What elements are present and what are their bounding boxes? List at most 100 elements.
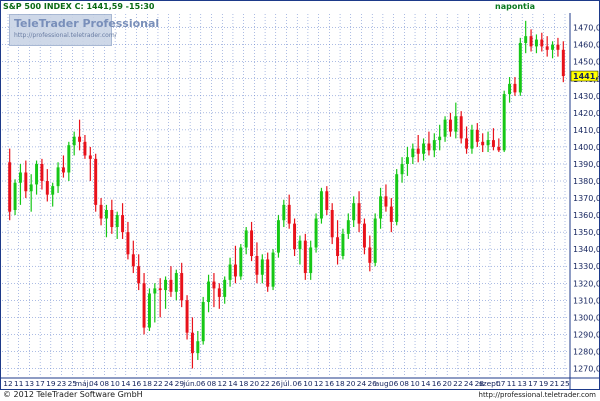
candle-body: [341, 233, 345, 256]
candle-body: [94, 158, 98, 205]
candle-body: [282, 204, 286, 221]
x-tick-label: júl.: [280, 379, 292, 388]
candle-body: [40, 163, 44, 182]
candle-body: [185, 300, 189, 333]
candle-body: [104, 209, 108, 219]
candle-body: [443, 119, 447, 137]
candle-body: [45, 181, 49, 195]
x-tick-label: 04: [89, 379, 99, 388]
x-tick-label: 18: [239, 379, 249, 388]
footer-link[interactable]: http://professional.teletrader.com: [479, 390, 596, 400]
candle-body: [298, 240, 302, 250]
x-axis: 12 11 13 17 19 23 25máj.04 08 10 14 16 18 22 24 29 jún.…: [1, 377, 599, 388]
y-tick-label: 1460,00: [573, 41, 600, 50]
candle-body: [56, 167, 60, 187]
candle-body: [250, 230, 254, 256]
x-tick-label: 08: [400, 379, 410, 388]
candle-body: [400, 163, 404, 175]
candle-body: [276, 220, 280, 253]
candle-body: [266, 259, 270, 287]
candle-body: [427, 143, 431, 151]
candle-body: [475, 129, 479, 142]
candle-body: [51, 186, 55, 195]
candle-body: [529, 36, 533, 47]
y-tick-label: 1390,00: [573, 160, 600, 169]
x-tick-label: 12: [218, 379, 227, 388]
candle-body: [121, 215, 125, 233]
candle-body: [497, 146, 501, 151]
candle-body: [196, 341, 200, 354]
x-tick-label: 22: [153, 379, 162, 388]
candle-body: [411, 148, 415, 158]
candle-body: [384, 196, 388, 207]
candle-body: [244, 230, 248, 248]
candle-body: [395, 174, 399, 222]
x-tick-label: 11: [14, 379, 24, 388]
candle-body: [239, 247, 243, 277]
y-tick-label: 1470,00: [573, 24, 600, 33]
candle-body: [61, 167, 65, 173]
x-tick-label: 23: [57, 379, 67, 388]
candle-body: [35, 163, 39, 185]
x-tick-label: 22: [260, 379, 269, 388]
y-tick-label: 1300,00: [573, 313, 600, 322]
candle-body: [346, 220, 350, 234]
candle-body: [212, 281, 216, 289]
candle-body: [147, 293, 151, 328]
candle-body: [352, 203, 356, 221]
x-tick-label: 24: [357, 379, 367, 388]
candle-body: [72, 136, 76, 146]
y-tick-label: 1320,00: [573, 279, 600, 288]
candle-body: [233, 264, 237, 277]
x-tick-label: 12: [3, 379, 12, 388]
candle-body: [551, 44, 555, 50]
x-tick-label: 10: [410, 379, 420, 388]
candle-body: [422, 143, 426, 154]
y-tick-label: 1360,00: [573, 211, 600, 220]
x-tick-label: 13: [517, 379, 527, 388]
teletrader-watermark: TeleTrader Professional http://professio…: [9, 14, 159, 46]
candle-body: [164, 279, 168, 291]
candle-body: [142, 283, 146, 328]
x-tick-label: 18: [143, 379, 153, 388]
candle-body: [158, 288, 162, 291]
candle-body: [438, 136, 442, 141]
x-tick-label: 07: [496, 379, 506, 388]
candle-body: [180, 273, 184, 301]
x-tick-label: 14: [421, 379, 431, 388]
y-tick-label: 1340,00: [573, 245, 600, 254]
x-tick-label: 24: [464, 379, 474, 388]
y-tick-label: 1430,00: [573, 92, 600, 101]
candle-body: [481, 141, 485, 146]
candle-body: [545, 46, 549, 50]
x-tick-label: 18: [335, 379, 345, 388]
watermark-url: http://professional.teletrader.com/: [14, 32, 117, 39]
x-tick-label: 24: [164, 379, 174, 388]
x-tick-label: 10: [303, 379, 313, 388]
last-price-label: 1441,59: [573, 72, 600, 81]
candle-body: [330, 209, 334, 238]
candle-body: [83, 141, 87, 156]
candle-body: [217, 288, 221, 297]
candle-body: [18, 172, 22, 183]
price-chart: 1270,00 1280,00 1290,00 1300,00 1310,00 1320,…: [1, 1, 600, 389]
candle-body: [29, 184, 33, 192]
y-tick-label: 1330,00: [573, 262, 600, 271]
x-tick-label: 11: [507, 379, 517, 388]
candle-body: [556, 44, 560, 50]
candle-body: [314, 218, 318, 248]
candle-body: [78, 136, 82, 142]
candle-body: [303, 240, 307, 274]
copyright-text: © 2012 TeleTrader Software GmbH: [3, 390, 143, 399]
candle-body: [137, 266, 141, 284]
x-tick-label: 14: [228, 379, 238, 388]
candle-body: [561, 49, 565, 77]
y-tick-label: 1400,00: [573, 143, 600, 152]
x-tick-label: 22: [453, 379, 462, 388]
y-tick-label: 1310,00: [573, 296, 600, 305]
candle-body: [368, 247, 372, 263]
candle-body: [24, 172, 28, 192]
x-tick-label: 25: [560, 379, 570, 388]
candle-body: [362, 223, 366, 248]
candle-body: [174, 273, 178, 292]
